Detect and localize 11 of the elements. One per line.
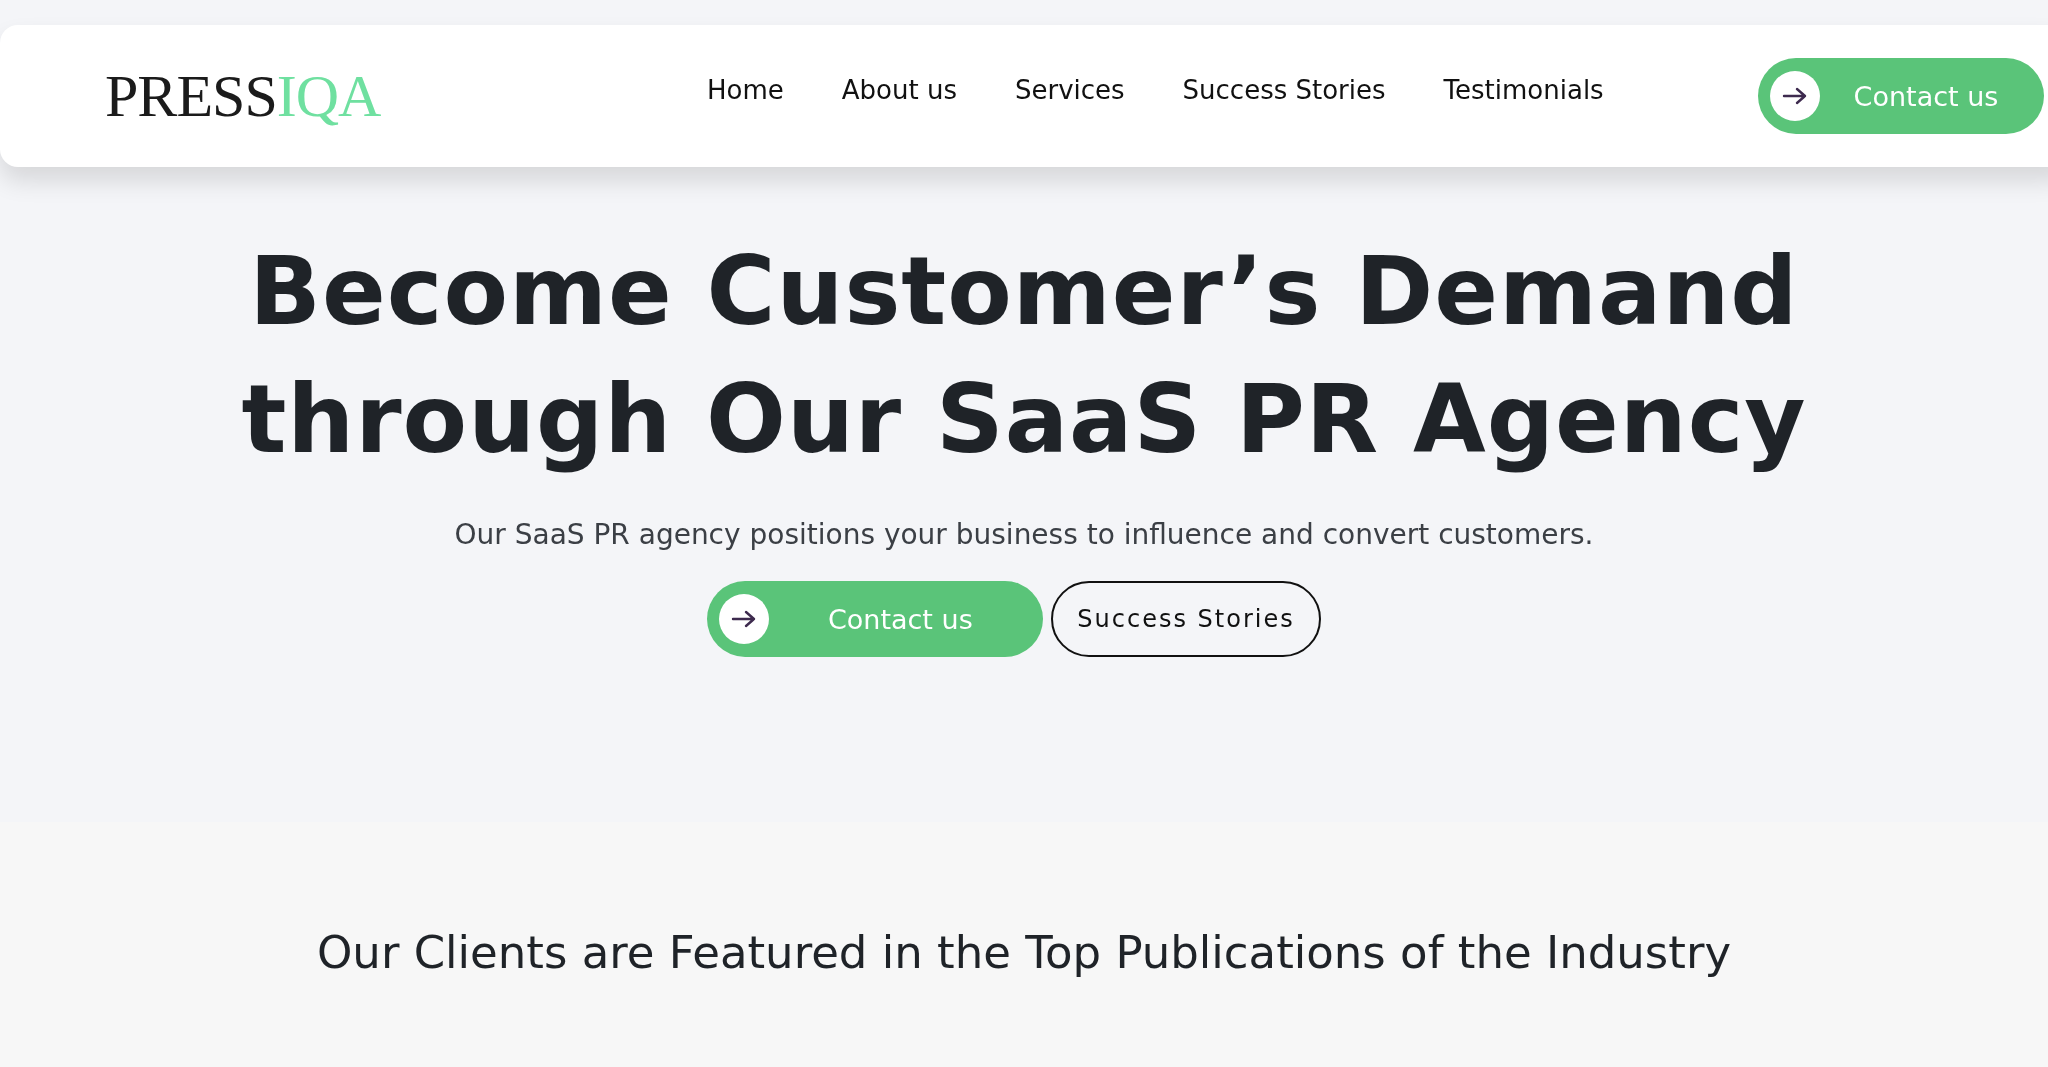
nav-link[interactable]: Services bbox=[1014, 75, 1125, 105]
section-heading: Our Clients are Featured in the Top Publications of the Industry bbox=[315, 926, 1733, 979]
hero-subtitle: Our SaaS PR agency positions your business to influence and convert customers. bbox=[453, 518, 1595, 551]
nav-link[interactable]: Success Stories bbox=[1182, 75, 1386, 105]
success-stories-button[interactable]: Success Stories bbox=[1051, 581, 1321, 657]
nav-link[interactable]: About us bbox=[841, 75, 957, 105]
nav-link[interactable]: Testimonials bbox=[1443, 75, 1604, 105]
nav-link[interactable]: Home bbox=[707, 75, 784, 105]
hero-title: Become Customer’s Demand bbox=[248, 236, 1800, 348]
logo[interactable]: PRESSIQA bbox=[105, 66, 445, 126]
hero-title: through Our SaaS PR Agency bbox=[240, 364, 1808, 476]
